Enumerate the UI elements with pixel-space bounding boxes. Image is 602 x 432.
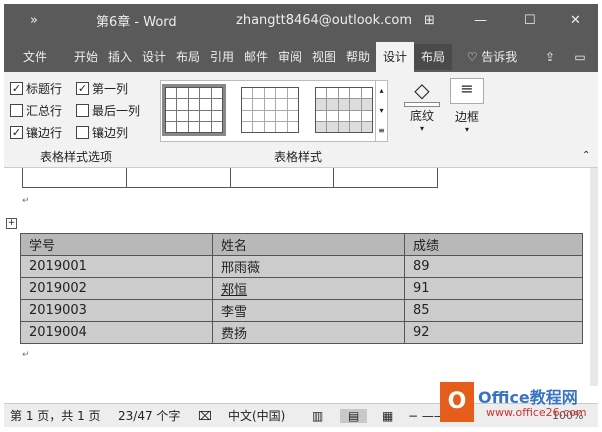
checkbox-first-column[interactable]: ✓ 第一列 xyxy=(76,80,128,97)
document-title: 第6章 - Word xyxy=(96,14,177,30)
group-label-table-styles: 表格样式 xyxy=(274,150,323,164)
paint-bucket-icon: ◇ xyxy=(414,78,430,102)
checkbox[interactable]: ✓ xyxy=(10,82,23,95)
checkbox-header-row[interactable]: ✓ 标题行 xyxy=(10,80,62,97)
table-cell[interactable]: 2019002 xyxy=(20,277,213,300)
tab-table-design[interactable]: 设计 xyxy=(376,42,414,72)
tab-insert[interactable]: 插入 xyxy=(104,44,136,70)
gallery-scroll[interactable]: ▴ ▾ ≡ xyxy=(375,81,387,141)
watermark-url: www.office26.com xyxy=(486,406,587,419)
score-table[interactable]: 学号 姓名 成绩 2019001 邢雨薇 89 2019002 郑恒 91 201900… xyxy=(20,233,583,344)
word-count[interactable]: 23/47 个字 xyxy=(118,407,180,424)
checkbox-banded-rows[interactable]: ✓ 镶边行 xyxy=(10,124,62,141)
previous-table xyxy=(22,168,438,188)
collapse-ribbon-icon[interactable]: ⌃ xyxy=(582,150,590,161)
tab-design[interactable]: 设计 xyxy=(138,44,170,70)
shading-button[interactable]: ◇ 底纹 ▾ xyxy=(404,78,440,133)
borders-button[interactable]: ≡ 边框 ▾ xyxy=(450,78,484,134)
tell-me[interactable]: ♡ 告诉我 xyxy=(460,44,524,70)
table-row: 2019003 李雪 85 xyxy=(20,299,583,322)
quick-access-more[interactable]: » xyxy=(30,13,38,28)
tab-table-layout[interactable]: 布局 xyxy=(414,44,452,70)
tab-home[interactable]: 开始 xyxy=(70,44,102,70)
minimize-button[interactable]: — xyxy=(474,13,487,28)
title-bar: » 第6章 - Word zhangtt8464@outlook.com ⊞ —… xyxy=(4,4,598,36)
table-header-row: 学号 姓名 成绩 xyxy=(20,233,583,256)
checkbox[interactable] xyxy=(76,104,89,117)
table-cell[interactable]: 郑恒 xyxy=(212,277,405,300)
comments-icon[interactable]: ▭ xyxy=(570,44,590,70)
tab-layout[interactable]: 布局 xyxy=(172,44,204,70)
header-cell[interactable]: 学号 xyxy=(20,233,213,256)
checkbox-last-column[interactable]: 最后一列 xyxy=(76,102,140,119)
watermark-logo: O xyxy=(440,382,474,422)
checkbox[interactable]: ✓ xyxy=(76,82,89,95)
tab-view[interactable]: 视图 xyxy=(308,44,340,70)
tab-file[interactable]: 文件 xyxy=(20,44,50,70)
header-cell[interactable]: 成绩 xyxy=(404,233,583,256)
ribbon-tabs: 文件 开始 插入 设计 布局 引用 邮件 审阅 视图 帮助 设计 布局 ♡ 告诉… xyxy=(4,36,598,72)
borders-icon: ≡ xyxy=(450,78,484,104)
table-style-thumbnail[interactable] xyxy=(162,84,226,136)
read-mode-icon[interactable]: ▥ xyxy=(312,409,323,423)
language[interactable]: 中文(中国) xyxy=(228,407,285,424)
table-move-handle-icon[interactable]: + xyxy=(6,218,17,229)
print-layout-icon[interactable]: ▤ xyxy=(340,408,368,423)
page-count[interactable]: 第 1 页，共 1 页 xyxy=(10,407,101,424)
table-row: 2019004 费扬 92 xyxy=(20,321,583,344)
table-cell[interactable]: 91 xyxy=(404,277,583,300)
table-cell[interactable]: 85 xyxy=(404,299,583,322)
table-cell[interactable]: 李雪 xyxy=(212,299,405,322)
tab-help[interactable]: 帮助 xyxy=(342,44,374,70)
lightbulb-icon: ♡ xyxy=(466,50,482,64)
account-name[interactable]: zhangtt8464@outlook.com xyxy=(236,13,412,28)
table-styles-gallery: ▴ ▾ ≡ xyxy=(160,80,388,142)
header-cell[interactable]: 姓名 xyxy=(212,233,405,256)
table-cell[interactable]: 2019004 xyxy=(20,321,213,344)
watermark-brand: Office教程网 xyxy=(478,388,578,407)
table-cell[interactable]: 92 xyxy=(404,321,583,344)
table-style-thumbnail[interactable] xyxy=(241,87,299,133)
checkbox[interactable] xyxy=(76,126,89,139)
vertical-scrollbar[interactable] xyxy=(590,168,598,386)
table-cell[interactable]: 2019001 xyxy=(20,255,213,278)
paragraph-mark: ↵ xyxy=(22,196,30,206)
table-cell[interactable]: 2019003 xyxy=(20,299,213,322)
checkbox-banded-columns[interactable]: 镶边列 xyxy=(76,124,128,141)
table-row: 2019001 邢雨薇 89 xyxy=(20,255,583,278)
table-cell[interactable]: 89 xyxy=(404,255,583,278)
close-button[interactable]: ✕ xyxy=(570,13,581,28)
maximize-button[interactable]: ☐ xyxy=(524,13,536,28)
checkbox[interactable]: ✓ xyxy=(10,126,23,139)
tab-references[interactable]: 引用 xyxy=(206,44,238,70)
table-row: 2019002 郑恒 91 xyxy=(20,277,583,300)
table-style-thumbnail[interactable] xyxy=(315,87,373,133)
ribbon: ✓ 标题行 ✓ 第一列 汇总行 最后一列 ✓ 镶边行 镶边列 表格样式选项 ▴ ▾ ≡ 表… xyxy=(4,72,598,168)
tab-mailings[interactable]: 邮件 xyxy=(240,44,272,70)
group-label-style-options: 表格样式选项 xyxy=(40,150,113,164)
web-layout-icon[interactable]: ▦ xyxy=(382,409,393,423)
tab-review[interactable]: 审阅 xyxy=(274,44,306,70)
proofing-icon[interactable]: ⌧ xyxy=(198,409,212,423)
share-icon[interactable]: ⇪ xyxy=(540,44,560,70)
table-cell[interactable]: 费扬 xyxy=(212,321,405,344)
ribbon-display-icon[interactable]: ⊞ xyxy=(424,13,435,28)
checkbox[interactable] xyxy=(10,104,23,117)
table-cell[interactable]: 邢雨薇 xyxy=(212,255,405,278)
checkbox-total-row[interactable]: 汇总行 xyxy=(10,102,62,119)
paragraph-mark: ↵ xyxy=(22,350,30,360)
